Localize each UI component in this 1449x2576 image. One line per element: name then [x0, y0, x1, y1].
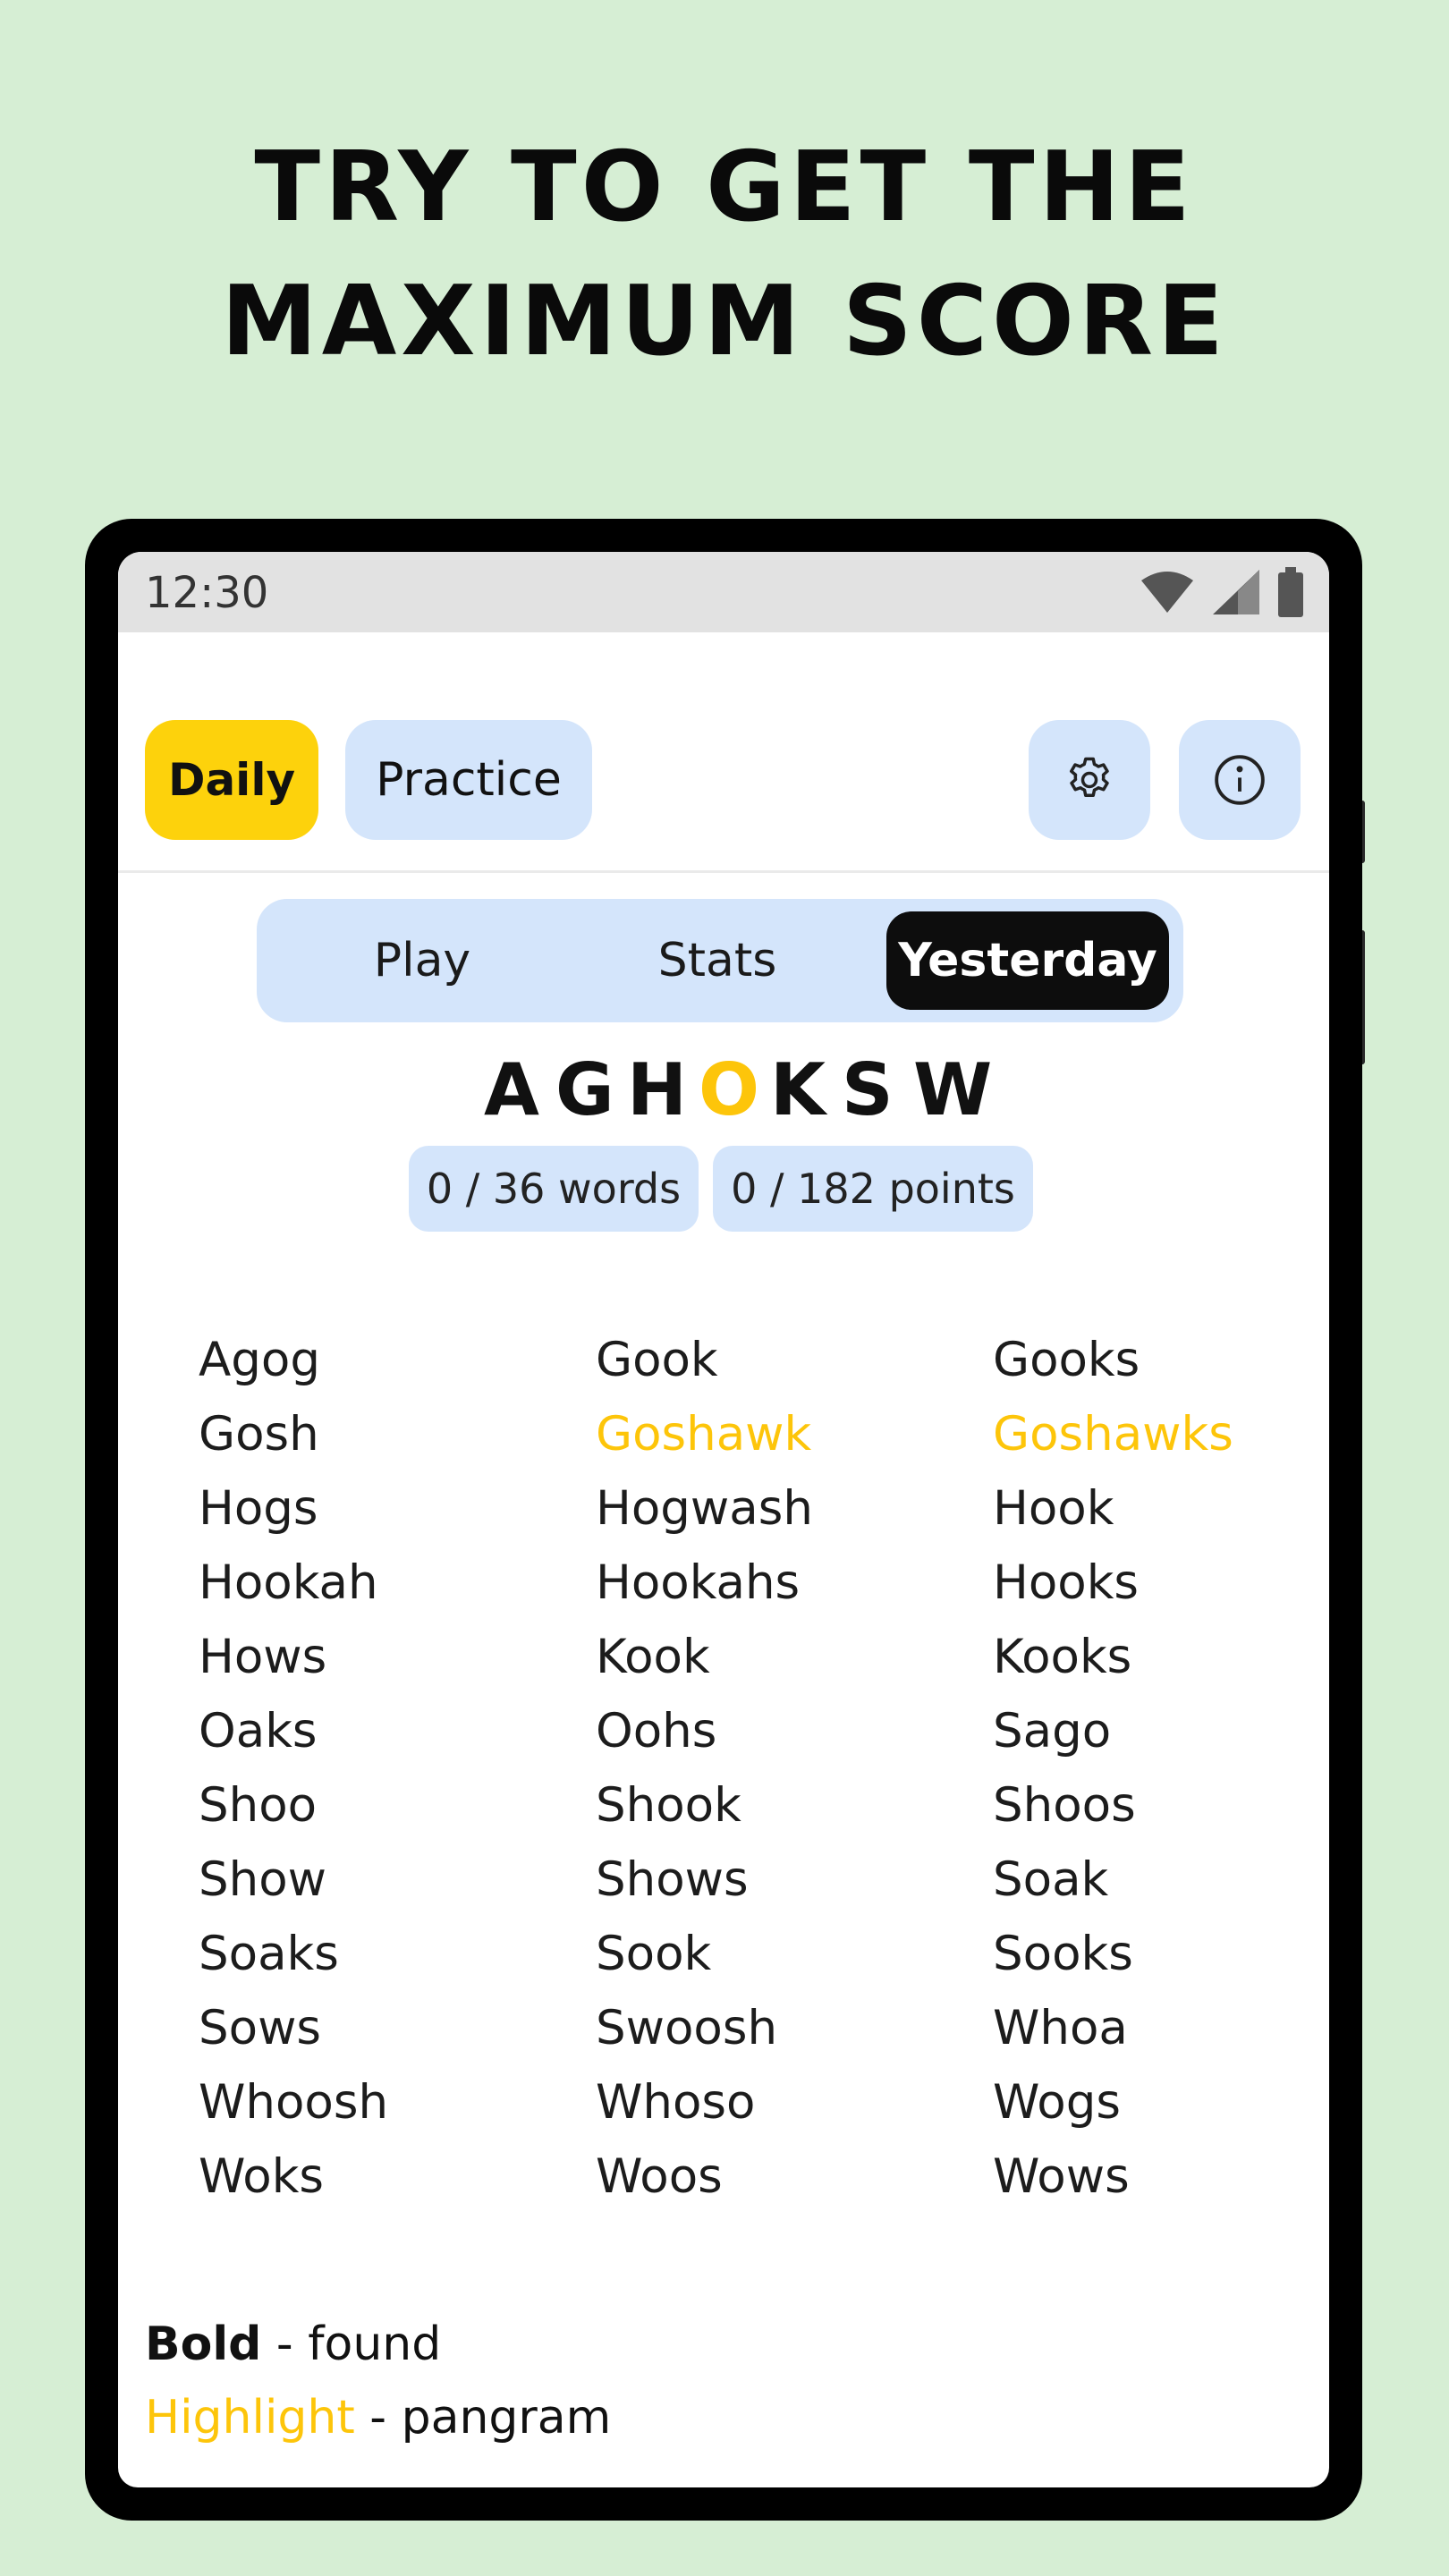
- word-item: Hooks: [993, 1555, 1140, 1610]
- gear-icon: [1070, 757, 1109, 797]
- nav-divider: [118, 870, 1329, 873]
- puzzle-letter: O: [699, 1048, 760, 1131]
- legend-pangram: Highlight - pangram: [145, 2382, 611, 2453]
- word-item: Whoosh: [199, 2075, 389, 2130]
- word-item: Woks: [199, 2149, 325, 2204]
- word-item: Oohs: [596, 1704, 717, 1758]
- word-item: Swoosh: [596, 2001, 778, 2055]
- headline: TRY TO GET THE MAXIMUM SCORE: [0, 121, 1449, 389]
- daily-mode-button[interactable]: Daily: [145, 720, 318, 840]
- word-item: Shook: [596, 1778, 741, 1833]
- word-item: Shoo: [199, 1778, 318, 1833]
- view-tabs: Play Stats Yesterday: [257, 899, 1183, 1022]
- word-item: Shows: [596, 1852, 749, 1907]
- legend-bold-term: Bold: [145, 2318, 262, 2371]
- word-item: Kook: [596, 1630, 710, 1684]
- word-item: Hogs: [199, 1481, 318, 1536]
- tab-yesterday[interactable]: Yesterday: [886, 911, 1169, 1010]
- puzzle-letter: A: [484, 1048, 539, 1131]
- word-item: Hook: [993, 1481, 1114, 1536]
- legend-bold-desc: - found: [261, 2318, 442, 2371]
- word-item: Whoa: [993, 2001, 1128, 2055]
- tab-play[interactable]: Play: [310, 911, 534, 1010]
- word-item: Woos: [596, 2149, 723, 2204]
- word-item: Whoso: [596, 2075, 756, 2130]
- status-bar: 12:30: [118, 552, 1329, 632]
- word-list: Agog Gook Gooks Gosh Goshawk Goshawks Hogs Hogw…: [199, 1323, 1308, 2214]
- word-item: Gooks: [993, 1333, 1140, 1387]
- puzzle-letter: S: [842, 1048, 894, 1131]
- info-icon: [1215, 755, 1265, 805]
- word-item: Sook: [596, 1927, 712, 1981]
- words-count-badge: 0 / 36 words: [409, 1146, 699, 1232]
- word-item: Sooks: [993, 1927, 1133, 1981]
- word-item: Hookah: [199, 1555, 378, 1610]
- headline-line-2: MAXIMUM SCORE: [221, 266, 1228, 377]
- headline-line-1: TRY TO GET THE: [254, 131, 1195, 243]
- battery-icon: [1278, 567, 1303, 617]
- word-item-pangram: Goshawks: [993, 1407, 1233, 1462]
- word-item: Oaks: [199, 1704, 318, 1758]
- legend-highlight-desc: - pangram: [354, 2391, 612, 2445]
- legend-highlight-term: Highlight: [145, 2391, 355, 2445]
- settings-button[interactable]: [1029, 720, 1150, 840]
- word-item: Wows: [993, 2149, 1130, 2204]
- word-item: Soaks: [199, 1927, 339, 1981]
- app-screen: 12:30 Daily Practice Play Stats Yesterda…: [118, 552, 1329, 2487]
- points-count-badge: 0 / 182 points: [713, 1146, 1033, 1232]
- word-item: Soak: [993, 1852, 1109, 1907]
- puzzle-letter: G: [555, 1048, 614, 1131]
- word-item: Hogwash: [596, 1481, 813, 1536]
- status-time: 12:30: [145, 568, 269, 618]
- wifi-icon: [1141, 572, 1193, 613]
- word-item: Sows: [199, 2001, 322, 2055]
- tab-stats[interactable]: Stats: [606, 911, 829, 1010]
- status-icons: [1140, 566, 1304, 618]
- word-item: Hows: [199, 1630, 327, 1684]
- tablet-frame: 12:30 Daily Practice Play Stats Yesterda…: [85, 519, 1362, 2521]
- word-item: Gook: [596, 1333, 718, 1387]
- practice-mode-button[interactable]: Practice: [345, 720, 592, 840]
- word-item: Show: [199, 1852, 327, 1907]
- word-item: Kooks: [993, 1630, 1132, 1684]
- legend-found: Bold - found: [145, 2309, 441, 2380]
- puzzle-letter: W: [913, 1048, 993, 1131]
- puzzle-letter: H: [627, 1048, 687, 1131]
- cell-signal-icon: [1213, 570, 1259, 614]
- word-item-pangram: Goshawk: [596, 1407, 812, 1462]
- word-item: Gosh: [199, 1407, 319, 1462]
- word-item: Wogs: [993, 2075, 1121, 2130]
- puzzle-letter: K: [770, 1048, 826, 1131]
- puzzle-letters: AGHOKSW: [118, 1046, 1329, 1135]
- word-item: Hookahs: [596, 1555, 801, 1610]
- word-item: Sago: [993, 1704, 1112, 1758]
- info-button[interactable]: [1179, 720, 1301, 840]
- word-item: Shoos: [993, 1778, 1136, 1833]
- word-item: Agog: [199, 1333, 320, 1387]
